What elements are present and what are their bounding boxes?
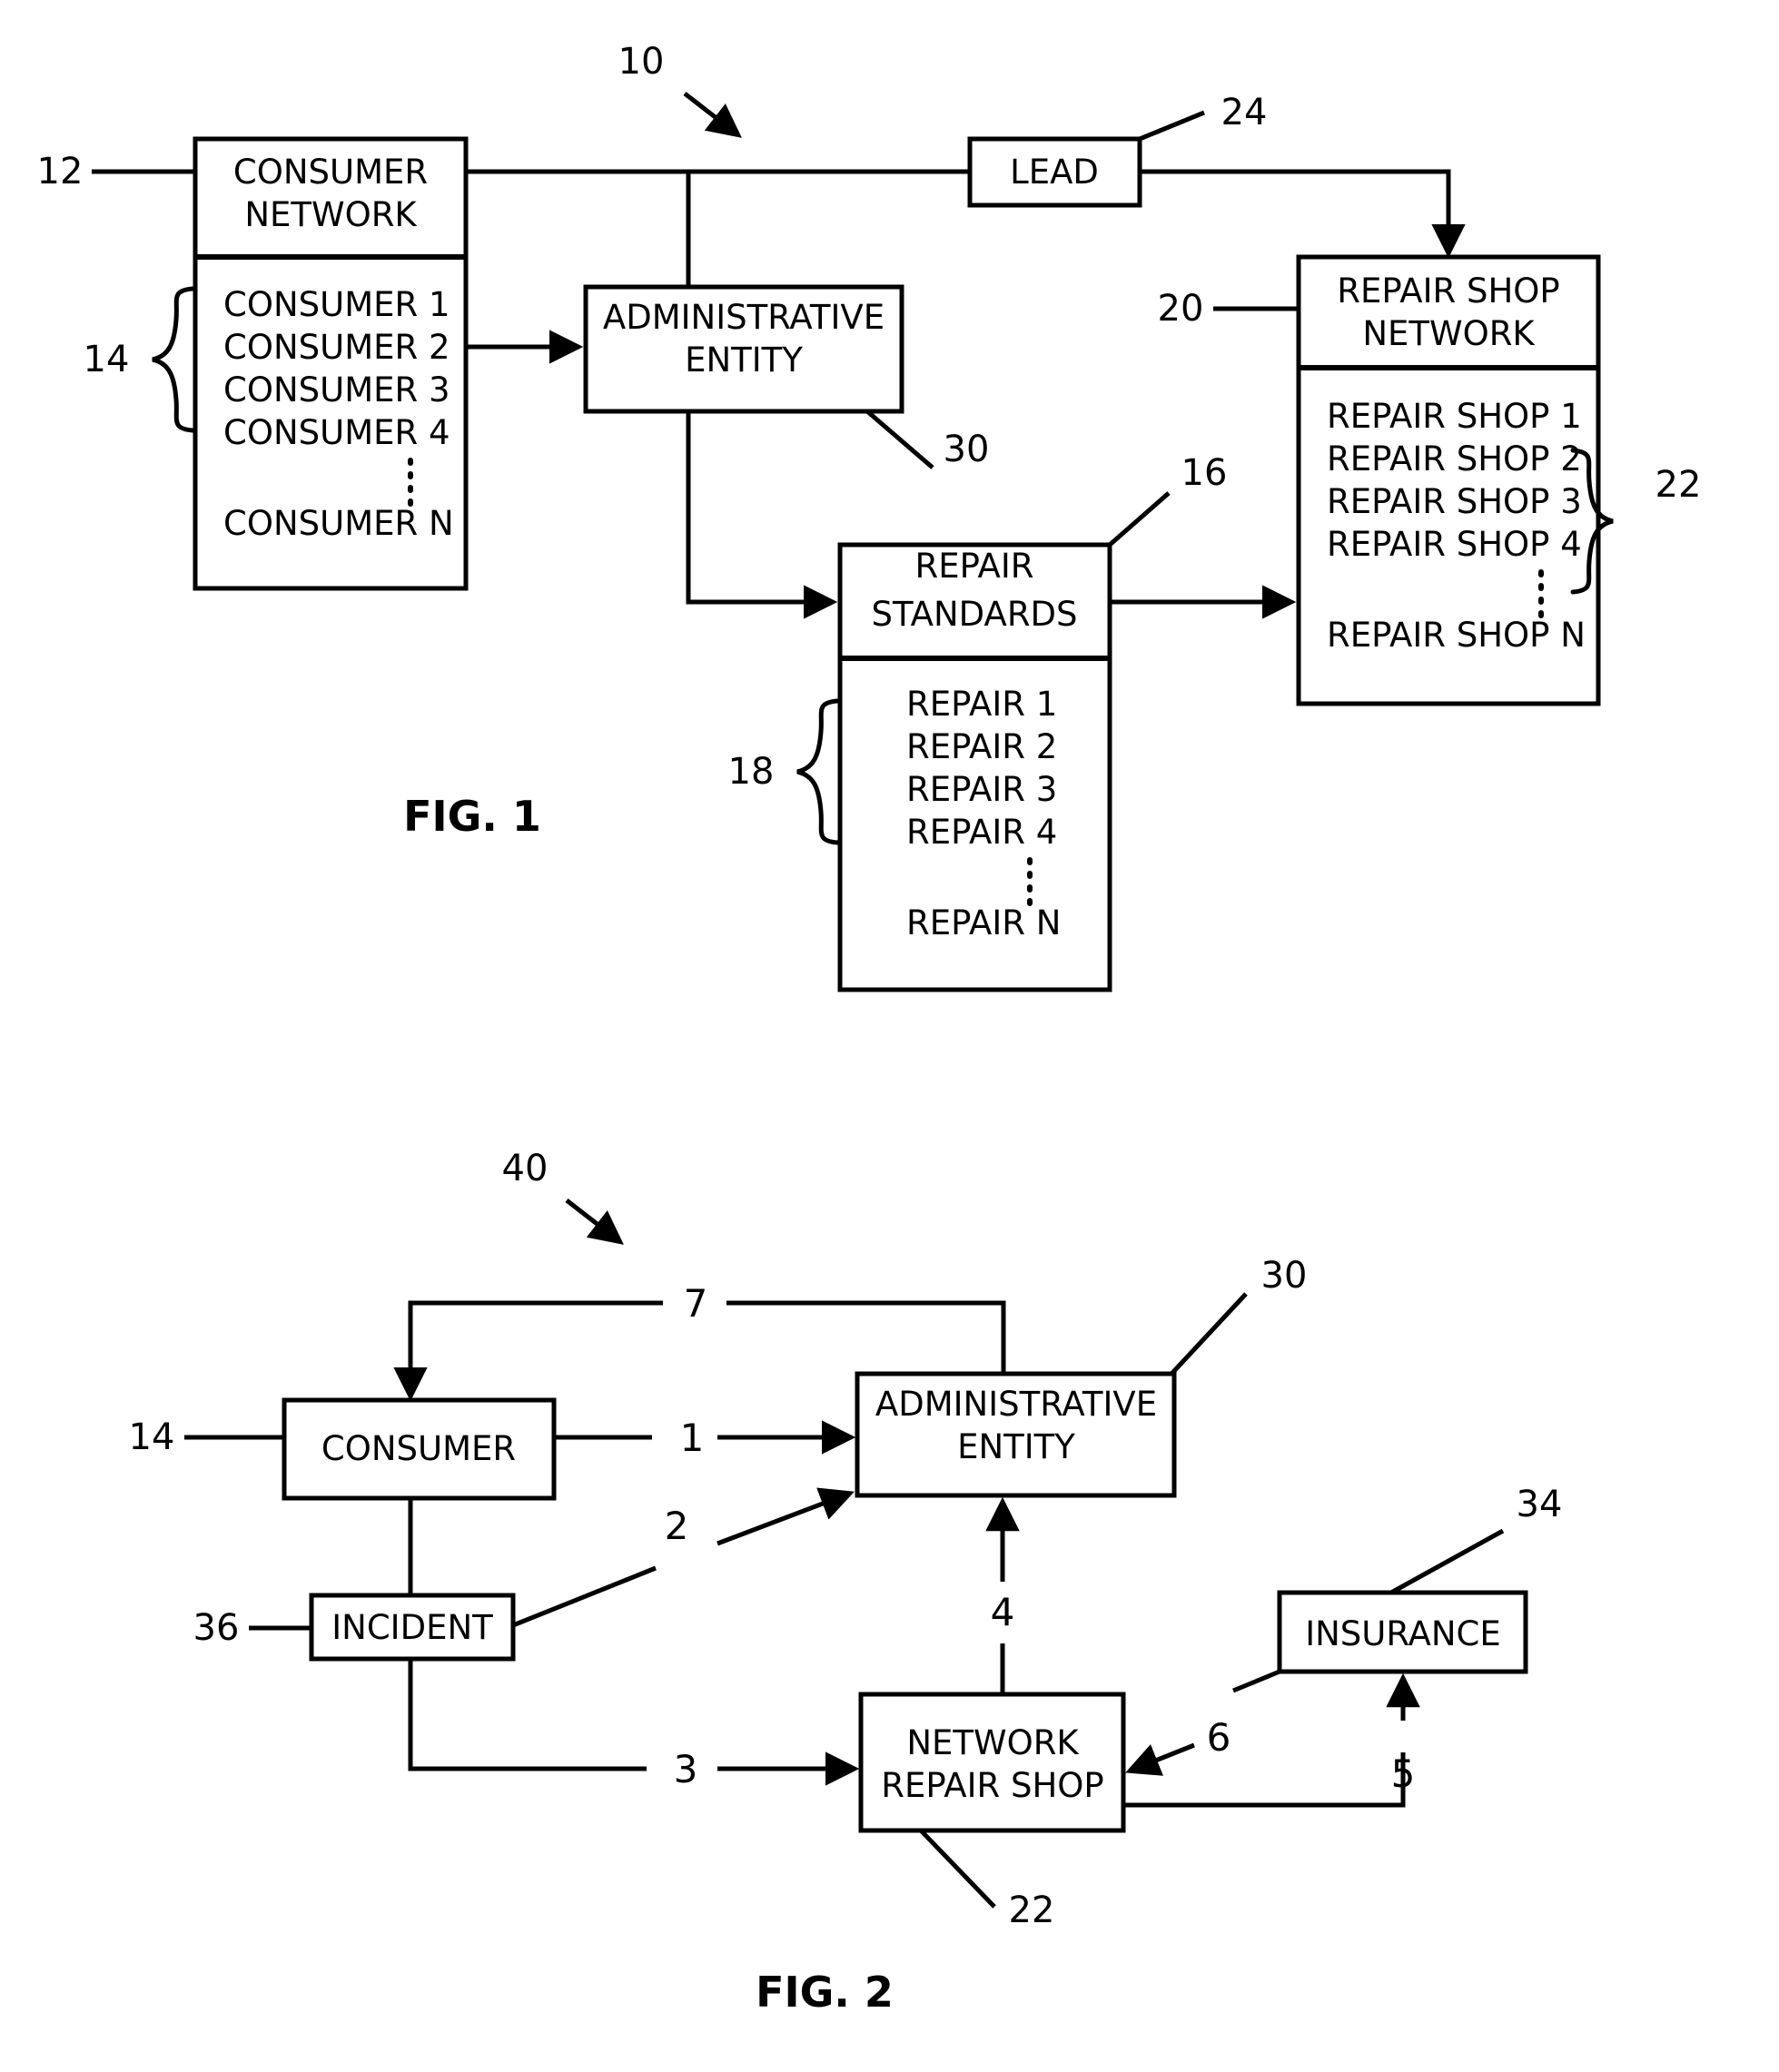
ref-number-22: 22 (1655, 464, 1702, 506)
patent-drawing-sheet: 10 12 CONSUMER NETWORK CONSUMER 1 CONSUM… (0, 0, 1779, 2072)
repair-shop-network-title-line1: REPAIR SHOP (1337, 271, 1559, 311)
ref-number-12: 12 (37, 151, 84, 192)
repair-standards-title-line1: REPAIR (915, 547, 1034, 586)
ref-number-16: 16 (1181, 452, 1228, 494)
step-number-4: 4 (991, 1590, 1015, 1634)
consumer-network-title-line2: NETWORK (244, 195, 418, 234)
repair-list-item-2: REPAIR 2 (906, 727, 1057, 766)
fig2-ref-number-30: 30 (1261, 1255, 1308, 1297)
step-number-2: 2 (665, 1504, 689, 1548)
fig2-admin-entity-title-line1: ADMINISTRATIVE (875, 1385, 1157, 1424)
fig2-consumer-title: CONSUMER (321, 1429, 516, 1468)
consumer-list-item-3: CONSUMER 3 (223, 370, 450, 409)
step-number-5: 5 (1391, 1751, 1416, 1796)
step-number-3: 3 (674, 1747, 698, 1791)
fig2-administrative-entity-box: ADMINISTRATIVE ENTITY (855, 1371, 1177, 1498)
fig2-admin-entity-title-line2: ENTITY (957, 1427, 1075, 1466)
repair-shop-list-item-4: REPAIR SHOP 4 (1327, 525, 1582, 564)
repair-shop-list-item-n: REPAIR SHOP N (1327, 616, 1586, 655)
lead-box: LEAD (967, 136, 1142, 208)
consumer-list-item-4: CONSUMER 4 (223, 413, 450, 452)
repair-standards-box: REPAIR STANDARDS REPAIR 1 REPAIR 2 REPAI… (837, 542, 1112, 992)
consumer-list-item-n: CONSUMER N (223, 504, 454, 543)
fig2-ref-number-22: 22 (1009, 1889, 1055, 1931)
repair-shop-network-box: REPAIR SHOP NETWORK REPAIR SHOP 1 REPAIR… (1296, 254, 1601, 706)
fig2-consumer-box: CONSUMER (282, 1397, 557, 1501)
ref-number-14: 14 (84, 339, 130, 380)
repair-shop-list-item-3: REPAIR SHOP 3 (1327, 482, 1582, 521)
ref-number-24: 24 (1221, 92, 1268, 133)
figure-2-caption: FIG. 2 (756, 1968, 894, 2017)
step-number-1: 1 (680, 1416, 705, 1460)
repair-shop-list-item-1: REPAIR SHOP 1 (1327, 397, 1582, 436)
consumer-network-box: CONSUMER NETWORK CONSUMER 1 CONSUMER 2 C… (193, 136, 469, 591)
incident-box: INCIDENT (309, 1593, 516, 1662)
consumer-network-title-line1: CONSUMER (233, 153, 428, 192)
network-repair-shop-box: NETWORK REPAIR SHOP (858, 1692, 1126, 1833)
network-repair-shop-title-line2: REPAIR SHOP (881, 1766, 1103, 1805)
repair-list-item-3: REPAIR 3 (906, 770, 1057, 809)
step-number-7: 7 (684, 1281, 708, 1326)
lead-title: LEAD (1010, 153, 1099, 192)
step-number-6: 6 (1207, 1715, 1231, 1760)
repair-list-item-4: REPAIR 4 (906, 813, 1057, 852)
repair-shop-list-item-2: REPAIR SHOP 2 (1327, 439, 1582, 479)
repair-list-item-n: REPAIR N (906, 903, 1061, 942)
ref-number-40: 40 (502, 1148, 549, 1189)
ref-number-18: 18 (728, 751, 775, 793)
repair-list-item-1: REPAIR 1 (906, 685, 1057, 724)
repair-standards-title-line2: STANDARDS (871, 595, 1077, 634)
consumer-list-item-1: CONSUMER 1 (223, 285, 450, 324)
fig2-ref-number-14: 14 (129, 1416, 175, 1458)
insurance-title: INSURANCE (1305, 1614, 1501, 1653)
fig1-admin-entity-title-line1: ADMINISTRATIVE (603, 298, 885, 337)
repair-shop-network-title-line2: NETWORK (1362, 314, 1536, 353)
ref-number-34: 34 (1517, 1484, 1563, 1525)
fig1-ref-number-30: 30 (944, 429, 990, 470)
ref-number-36: 36 (193, 1607, 240, 1649)
consumer-list-item-2: CONSUMER 2 (223, 328, 450, 367)
ref-number-10: 10 (618, 41, 665, 83)
insurance-box: INSURANCE (1277, 1590, 1528, 1674)
network-repair-shop-title-line1: NETWORK (906, 1723, 1080, 1762)
fig1-administrative-entity-box: ADMINISTRATIVE ENTITY (583, 284, 904, 414)
ref-number-20: 20 (1158, 288, 1204, 330)
incident-title: INCIDENT (331, 1608, 493, 1647)
figure-1-caption: FIG. 1 (403, 792, 541, 841)
fig1-admin-entity-title-line2: ENTITY (685, 340, 803, 380)
